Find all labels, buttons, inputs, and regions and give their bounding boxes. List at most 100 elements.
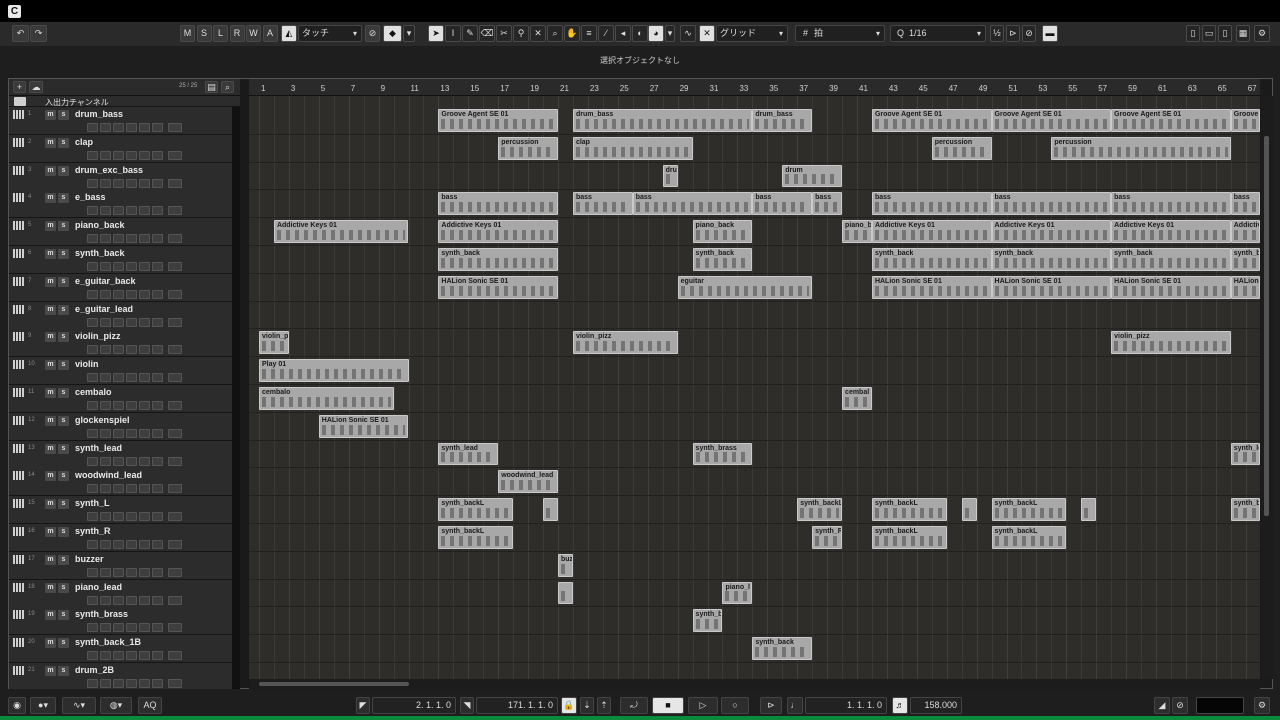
track-more-button[interactable] <box>168 679 182 688</box>
write-automation-button[interactable] <box>126 401 137 410</box>
midi-part[interactable]: synth_back <box>1230 248 1260 271</box>
metronome-icon[interactable]: ♩ <box>787 697 803 714</box>
midi-part[interactable]: Addictive Keys 01 <box>871 220 992 243</box>
write-automation-button[interactable] <box>126 428 137 438</box>
channel-settings-button[interactable] <box>152 512 163 522</box>
midi-part[interactable]: synth_backL <box>438 498 514 521</box>
channel-settings-button[interactable] <box>152 262 163 271</box>
mute-button[interactable]: m <box>45 304 56 315</box>
split-tool-icon[interactable]: ✂ <box>496 25 512 42</box>
midi-part[interactable]: bass <box>991 192 1112 216</box>
write-automation-button[interactable] <box>126 123 137 132</box>
track-name[interactable]: synth_R <box>75 526 111 536</box>
zoom-tool-icon[interactable]: ⌕ <box>547 25 563 42</box>
record-enable-button[interactable] <box>87 428 98 438</box>
solo-button[interactable]: s <box>58 443 69 454</box>
midi-part[interactable]: synth_back <box>871 248 992 271</box>
read-automation-button[interactable] <box>113 512 124 522</box>
track-name[interactable]: woodwind_lead <box>75 470 142 480</box>
record-enable-button[interactable] <box>87 623 98 633</box>
track-row[interactable]: 8 m s e_guitar_lead <box>9 301 240 330</box>
midi-part[interactable]: piano_l <box>722 581 753 605</box>
track-more-button[interactable] <box>168 567 182 577</box>
midi-part[interactable]: synth_backL <box>438 526 514 549</box>
write-automation-button[interactable] <box>126 206 137 216</box>
cycle-button[interactable]: ⤾ <box>620 697 648 714</box>
quantize-select[interactable]: Q 1/16 ▾ <box>890 25 986 42</box>
edit-instrument-button[interactable] <box>139 623 150 633</box>
state-button-w[interactable]: W <box>246 25 261 42</box>
midi-part[interactable]: synth_lead <box>438 442 499 466</box>
read-automation-button[interactable] <box>113 234 124 244</box>
undo-button[interactable]: ↶ <box>12 25 29 42</box>
solo-button[interactable]: s <box>58 165 69 176</box>
right-locator-value[interactable]: 171. 1. 1. 0 <box>476 697 558 714</box>
vertical-scroll-thumb[interactable] <box>1264 136 1269 516</box>
channel-settings-button[interactable] <box>152 206 163 216</box>
record-enable-button[interactable] <box>87 484 98 494</box>
solo-button[interactable]: s <box>58 249 69 259</box>
channel-settings-button[interactable] <box>152 651 163 661</box>
midi-part[interactable]: HALion Sonic SE 01 <box>991 275 1112 299</box>
ruler[interactable]: 1 3 5 7 9 11 13 15 17 19 21 23 25 27 29 31 33 35 37 39 41 43 4… <box>249 79 1260 96</box>
midi-part[interactable]: Addictive K <box>1230 220 1260 243</box>
monitor-button[interactable] <box>100 234 111 244</box>
monitor-button[interactable] <box>100 651 111 661</box>
record-enable-button[interactable] <box>87 262 98 271</box>
track-row[interactable]: 18 m s piano_lead <box>9 579 240 608</box>
monitor-button[interactable] <box>100 206 111 216</box>
mute-button[interactable]: m <box>45 471 56 482</box>
midi-part[interactable]: Groove Ag <box>1230 109 1260 132</box>
read-automation-button[interactable] <box>113 456 124 466</box>
channel-settings-button[interactable] <box>152 234 163 244</box>
redo-button[interactable]: ↷ <box>30 25 47 42</box>
channel-settings-button[interactable] <box>152 401 163 410</box>
channel-settings-button[interactable] <box>152 178 163 188</box>
quantize-apply-icon[interactable]: ⊳ <box>1006 25 1020 42</box>
glue-tool-icon[interactable]: ⚲ <box>513 25 529 42</box>
solo-button[interactable]: s <box>58 388 69 398</box>
solo-button[interactable]: s <box>58 610 69 621</box>
midi-part[interactable]: bass <box>438 192 558 216</box>
track-more-button[interactable] <box>168 540 182 549</box>
midi-part[interactable]: synth_back <box>438 248 558 271</box>
snap-on-off-icon[interactable]: ✕ <box>699 25 715 42</box>
track-row[interactable]: 17 m s buzzer <box>9 551 240 580</box>
sync-icon[interactable]: ⊘ <box>1172 697 1188 714</box>
track-more-button[interactable] <box>168 317 182 327</box>
automation-mode-select[interactable]: タッチ ▾ <box>298 25 362 42</box>
channel-settings-button[interactable] <box>152 150 163 160</box>
record-enable-button[interactable] <box>87 512 98 522</box>
edit-instrument-button[interactable] <box>139 317 150 327</box>
track-more-button[interactable] <box>168 373 182 383</box>
channel-settings-button[interactable] <box>152 679 163 688</box>
read-automation-button[interactable] <box>113 484 124 494</box>
marker-icon[interactable]: ◢ <box>1154 697 1170 714</box>
channel-settings-button[interactable] <box>152 567 163 577</box>
record-enable-button[interactable] <box>87 345 98 355</box>
mute-button[interactable]: m <box>45 276 56 287</box>
solo-button[interactable]: s <box>58 499 69 510</box>
track-more-button[interactable] <box>168 345 182 355</box>
midi-part[interactable]: synth_backL <box>797 498 843 521</box>
play-tool-icon[interactable]: ◂ <box>615 25 631 42</box>
track-name[interactable]: drum_exc_bass <box>75 165 143 175</box>
state-button-r[interactable]: R <box>229 25 245 42</box>
write-automation-button[interactable] <box>126 234 137 244</box>
track-more-button[interactable] <box>168 289 182 299</box>
edit-instrument-button[interactable] <box>139 456 150 466</box>
mute-button[interactable]: m <box>45 137 56 148</box>
track-name[interactable]: synth_back_1B <box>75 637 141 647</box>
mute-button[interactable]: m <box>45 443 56 454</box>
position-display[interactable]: 1. 1. 1. 0 <box>805 697 887 714</box>
mute-button[interactable]: m <box>45 666 56 676</box>
edit-instrument-button[interactable] <box>139 540 150 549</box>
activate-project-icon[interactable]: ◉ <box>8 697 26 714</box>
midi-part[interactable]: bass <box>1111 192 1231 216</box>
midi-part[interactable]: synth_back <box>752 637 813 660</box>
visibility-agent-icon[interactable]: ▤ <box>205 81 218 93</box>
midi-part[interactable]: synth_backL <box>871 526 947 549</box>
channel-settings-button[interactable] <box>152 345 163 355</box>
record-enable-button[interactable] <box>87 234 98 244</box>
stop-button[interactable]: ■ <box>652 697 684 714</box>
